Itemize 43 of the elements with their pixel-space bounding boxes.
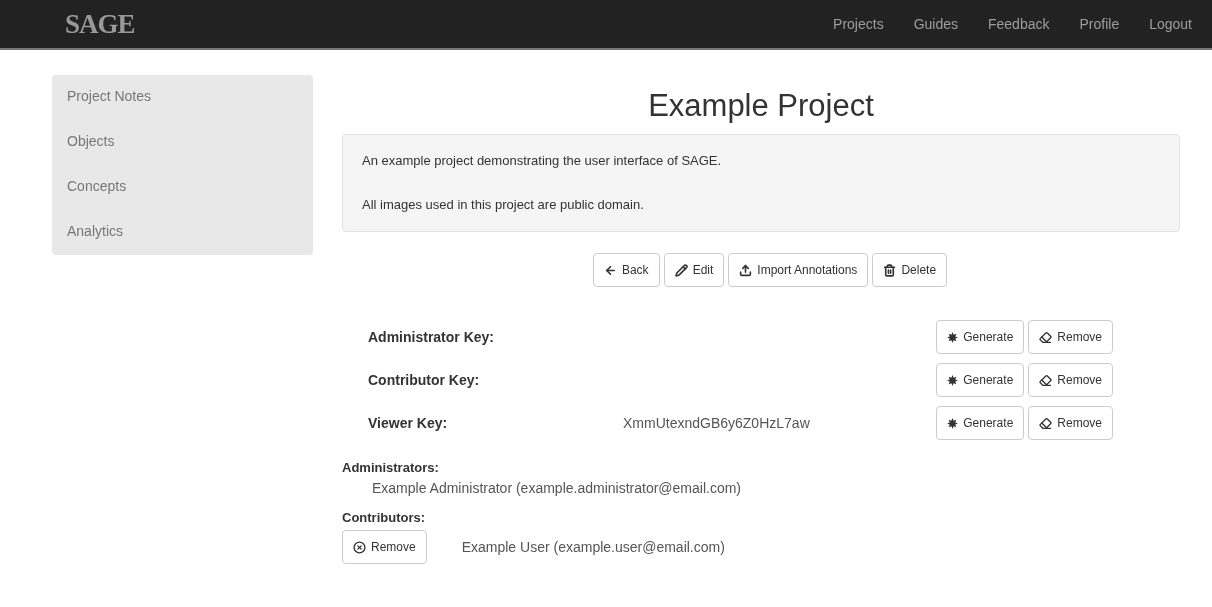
nav-link[interactable]: Projects (833, 16, 884, 32)
member-text: Example User (example.user@email.com) (461, 539, 725, 555)
nav-link[interactable]: Logout (1149, 16, 1192, 32)
section-heading: Administrators: (342, 460, 440, 475)
remove-button[interactable]: Remove (1028, 363, 1113, 397)
description-text: All images used in this project are public domain. (362, 196, 645, 214)
key-label: Administrator Key: (368, 329, 496, 345)
description-text: An example project demonstrating the user interface of SAGE. (362, 152, 723, 170)
key-label: Viewer Key: (368, 415, 449, 431)
burst-icon (947, 331, 959, 343)
generate-button[interactable]: Generate (936, 406, 1025, 440)
back-arrow-icon (603, 263, 617, 277)
sidebar-item[interactable]: Project Notes (67, 87, 313, 106)
eraser-icon (1039, 416, 1053, 430)
remove-button[interactable]: Remove (1028, 320, 1113, 354)
close-circle-icon (353, 540, 366, 554)
pencil-icon (674, 263, 688, 277)
burst-icon (947, 374, 959, 386)
brand-logo[interactable]: SAGE (65, 8, 135, 40)
generate-button[interactable]: Generate (936, 363, 1025, 397)
action-button[interactable]: Edit (663, 253, 725, 287)
key-value: XmmUtexndGB6y6Z0HzL7aw (623, 415, 810, 431)
nav-link[interactable]: Profile (1079, 16, 1120, 32)
trash-icon (883, 263, 897, 277)
burst-icon (947, 417, 959, 429)
action-button[interactable]: Back (592, 253, 660, 287)
section-heading: Contributors: (342, 510, 427, 525)
nav-link[interactable]: Guides (913, 16, 958, 32)
sidebar-item[interactable]: Objects (67, 132, 313, 151)
nav-link[interactable]: Feedback (988, 16, 1050, 32)
remove-button[interactable]: Remove (1028, 406, 1113, 440)
action-button[interactable]: Delete (872, 253, 948, 287)
eraser-icon (1039, 373, 1053, 387)
generate-button[interactable]: Generate (936, 320, 1025, 354)
member-text: Example Administrator (example.administrator@email.com) (371, 480, 742, 496)
sidebar-item[interactable]: Concepts (67, 177, 313, 196)
eraser-icon (1039, 330, 1053, 344)
action-button[interactable]: Import Annotations (728, 253, 869, 287)
key-label: Contributor Key: (368, 372, 481, 388)
project-title: Example Project (647, 88, 875, 124)
sidebar-item[interactable]: Analytics (67, 222, 313, 241)
remove-button[interactable]: Remove (342, 530, 427, 564)
import-icon (739, 263, 753, 277)
